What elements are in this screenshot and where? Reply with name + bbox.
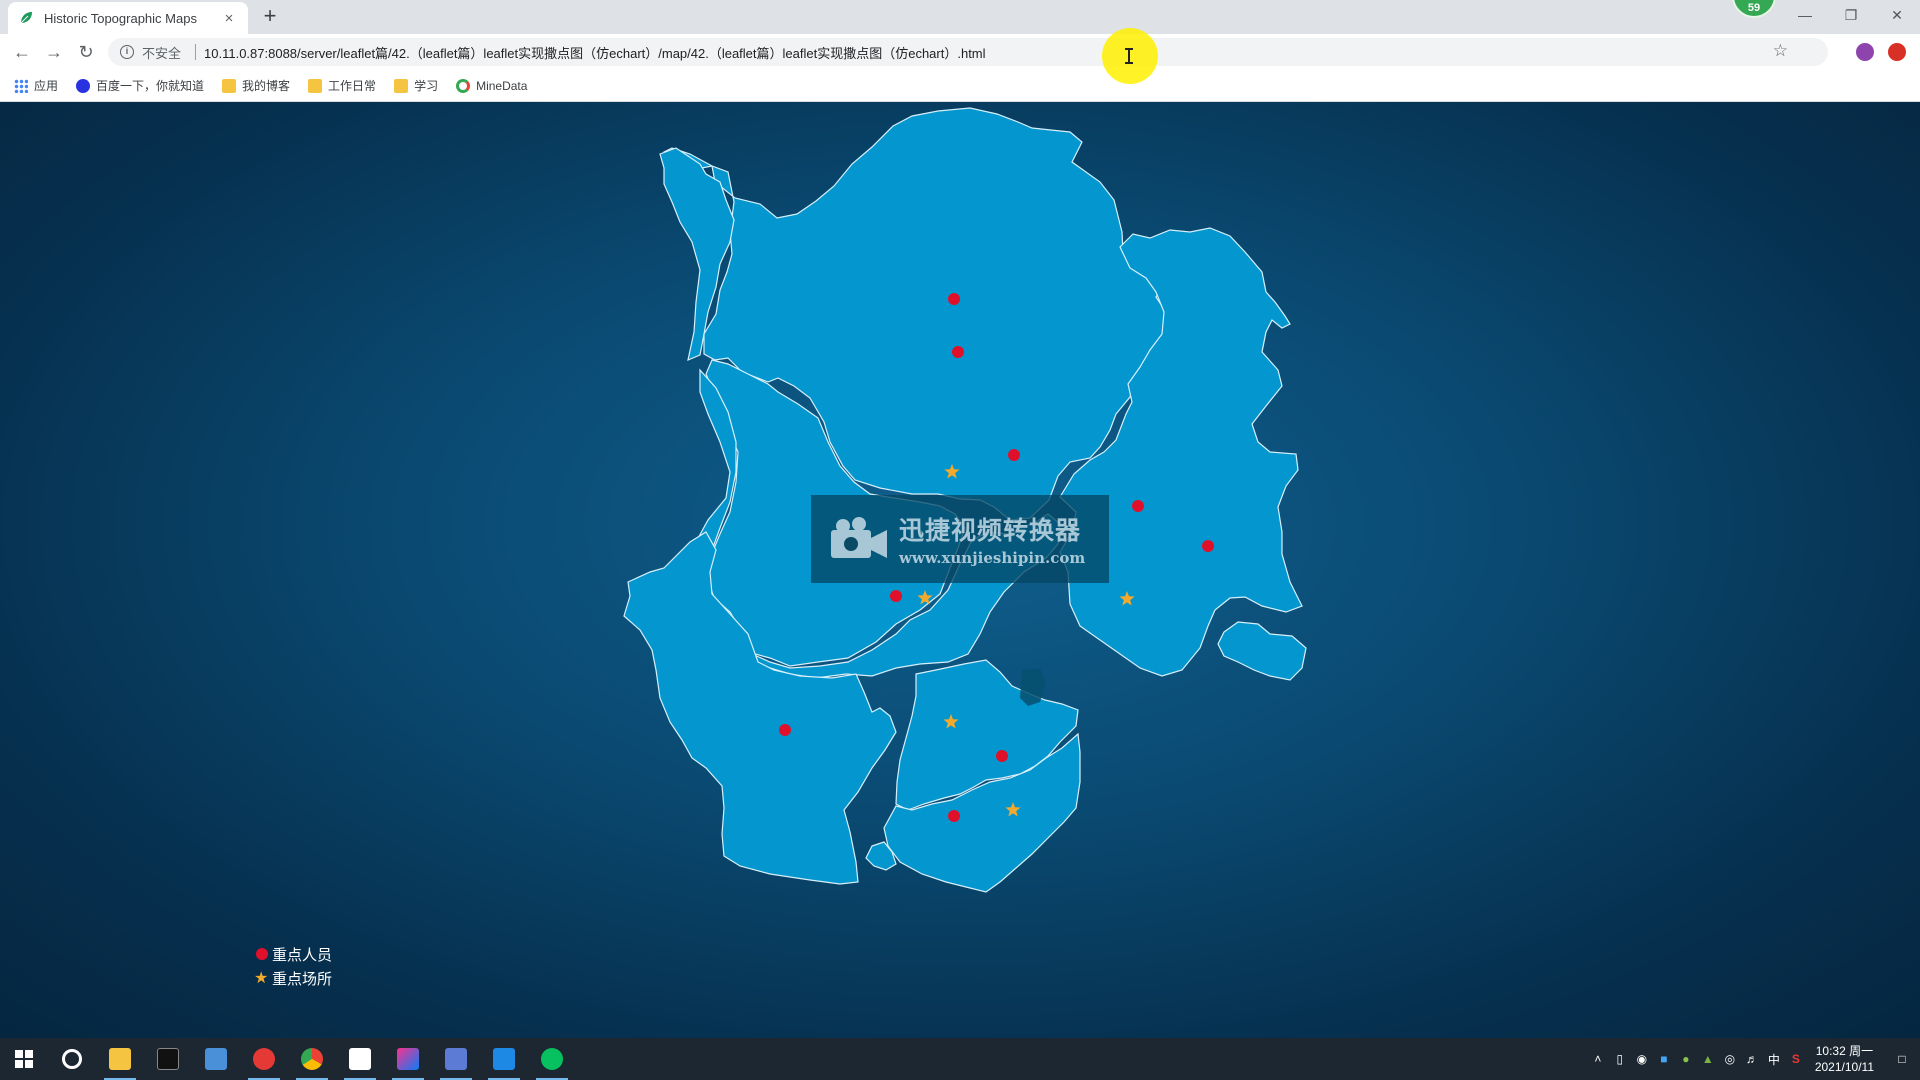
url-text[interactable]: 10.11.0.87:8088/server/leaflet篇/42.（leaf… bbox=[204, 43, 986, 62]
bookmark-label: 我的博客 bbox=[242, 79, 291, 93]
watermark-url: www.xunjieshipin.com bbox=[899, 549, 1086, 567]
bookmark-blog[interactable]: 我的博客 bbox=[222, 77, 290, 94]
clock[interactable]: 10:32 周一 2021/10/11 bbox=[1815, 1043, 1874, 1075]
bell-icon[interactable]: ◉ bbox=[1631, 1038, 1653, 1080]
close-window-icon[interactable]: ✕ bbox=[1874, 0, 1920, 30]
photos-icon[interactable] bbox=[336, 1038, 384, 1080]
camera-icon bbox=[831, 517, 887, 558]
bookmark-minedata[interactable]: MineData bbox=[456, 78, 528, 93]
folder-icon bbox=[222, 78, 237, 93]
clock-date: 2021/10/11 bbox=[1814, 1060, 1874, 1074]
tab-title: Historic Topographic Maps bbox=[44, 10, 197, 26]
video-converter-watermark: 迅捷视频转换器 www.xunjieshipin.com bbox=[811, 495, 1109, 583]
start-icon[interactable] bbox=[0, 1038, 48, 1080]
bookmark-apps[interactable]: 应用 bbox=[14, 77, 58, 94]
folder-icon[interactable] bbox=[192, 1038, 240, 1080]
bookmark-baidu[interactable]: 百度一下，你就知道 bbox=[76, 77, 204, 94]
bookmark-label: 工作日常 bbox=[328, 79, 377, 93]
url-divider bbox=[195, 44, 197, 60]
cursor-highlight bbox=[1102, 28, 1158, 84]
legend-person-label: 重点人员 bbox=[272, 946, 333, 964]
sogou-icon[interactable]: S bbox=[1785, 1038, 1807, 1080]
map-page[interactable]: 迅捷视频转换器 www.xunjieshipin.com 重点人员 ★ 重点场所 bbox=[0, 102, 1920, 1038]
address-bar[interactable]: i 不安全 10.11.0.87:8088/server/leaflet篇/42… bbox=[108, 38, 1828, 66]
file-explorer-icon[interactable] bbox=[96, 1038, 144, 1080]
tab-strip: Historic Topographic Maps × + 59 — ❐ ✕ bbox=[0, 0, 1920, 34]
terminal-icon[interactable] bbox=[144, 1038, 192, 1080]
minimize-icon[interactable]: — bbox=[1782, 0, 1828, 30]
leaf-icon bbox=[20, 12, 32, 24]
clock-time: 10:32 周一 bbox=[1815, 1044, 1874, 1058]
baidu-paw-icon bbox=[76, 78, 91, 93]
extension-avatar-icon[interactable] bbox=[1856, 43, 1874, 61]
wechat-tray-icon[interactable]: ● bbox=[1675, 1038, 1697, 1080]
close-tab-icon[interactable]: × bbox=[220, 10, 238, 27]
person-marker[interactable] bbox=[1202, 540, 1214, 552]
bookmark-label: MineData bbox=[476, 78, 528, 93]
network-icon[interactable]: ◎ bbox=[1719, 1038, 1741, 1080]
bookmark-label: 百度一下，你就知道 bbox=[96, 79, 205, 93]
legend-place-label: 重点场所 bbox=[272, 970, 333, 988]
browser-tab[interactable]: Historic Topographic Maps × bbox=[8, 2, 248, 34]
legend-place-row[interactable]: ★ 重点场所 bbox=[254, 966, 332, 990]
ime-indicator[interactable]: 中 bbox=[1763, 1038, 1785, 1080]
search-icon[interactable] bbox=[48, 1038, 96, 1080]
red-app-icon[interactable] bbox=[240, 1038, 288, 1080]
system-tray: ˄ ▯ ◉ ■ ● ▲ ◎ ♬ 中 S 10:32 周一 2021/10/11 … bbox=[1587, 1038, 1920, 1080]
device-icon[interactable]: ▯ bbox=[1609, 1038, 1631, 1080]
mail-icon[interactable] bbox=[480, 1038, 528, 1080]
bookmark-label: 应用 bbox=[34, 79, 59, 93]
map-legend: 重点人员 ★ 重点场所 bbox=[254, 942, 332, 990]
chevron-up-icon[interactable]: ˄ bbox=[1587, 1038, 1609, 1080]
bookmark-work[interactable]: 工作日常 bbox=[308, 77, 376, 94]
shield-icon[interactable]: ▲ bbox=[1697, 1038, 1719, 1080]
person-marker[interactable] bbox=[952, 346, 964, 358]
folder-icon bbox=[394, 78, 409, 93]
forward-arrow-icon[interactable]: → bbox=[42, 40, 66, 64]
restore-icon[interactable]: ❐ bbox=[1828, 0, 1874, 30]
remote-desktop-icon[interactable] bbox=[432, 1038, 480, 1080]
bookmark-star-icon[interactable]: ☆ bbox=[1773, 41, 1788, 61]
apps-icon bbox=[14, 78, 28, 93]
person-marker[interactable] bbox=[996, 750, 1008, 762]
windows-taskbar: ˄ ▯ ◉ ■ ● ▲ ◎ ♬ 中 S 10:32 周一 2021/10/11 … bbox=[0, 1038, 1920, 1080]
jetbrains-icon[interactable] bbox=[384, 1038, 432, 1080]
person-marker[interactable] bbox=[779, 724, 791, 736]
speaker-muted-icon[interactable]: ♬ bbox=[1741, 1038, 1763, 1080]
new-tab-button[interactable]: + bbox=[258, 4, 282, 28]
text-cursor-icon bbox=[1125, 48, 1133, 64]
mail-tray-icon[interactable]: ■ bbox=[1653, 1038, 1675, 1080]
notification-icon[interactable]: □ bbox=[1884, 1038, 1920, 1080]
reload-icon[interactable]: ↻ bbox=[74, 40, 98, 64]
wechat-icon[interactable] bbox=[528, 1038, 576, 1080]
info-icon[interactable]: i bbox=[120, 45, 134, 59]
browser-toolbar: ← → ↻ i 不安全 10.11.0.87:8088/server/leafl… bbox=[0, 34, 1920, 70]
orange-star-icon: ★ bbox=[254, 970, 269, 987]
person-marker[interactable] bbox=[1132, 500, 1144, 512]
profile-badge[interactable]: 59 bbox=[1732, 0, 1776, 18]
back-arrow-icon[interactable]: ← bbox=[10, 40, 34, 64]
bookmark-label: 学习 bbox=[414, 79, 439, 93]
chrome-icon[interactable] bbox=[288, 1038, 336, 1080]
legend-person-row[interactable]: 重点人员 bbox=[254, 942, 332, 966]
security-label: 不安全 bbox=[142, 45, 182, 61]
person-marker[interactable] bbox=[948, 293, 960, 305]
extension-red-icon[interactable] bbox=[1888, 43, 1906, 61]
window-controls: — ❐ ✕ bbox=[1782, 0, 1920, 30]
bookmarks-bar: 应用 百度一下，你就知道 我的博客 工作日常 学习 MineData bbox=[0, 70, 1920, 102]
red-dot-icon bbox=[256, 948, 268, 960]
minedata-icon bbox=[456, 78, 471, 93]
folder-icon bbox=[308, 78, 323, 93]
person-marker[interactable] bbox=[948, 810, 960, 822]
watermark-title: 迅捷视频转换器 bbox=[899, 517, 1082, 545]
region-east-islet[interactable] bbox=[1217, 621, 1307, 681]
person-marker[interactable] bbox=[890, 590, 902, 602]
person-marker[interactable] bbox=[1008, 449, 1020, 461]
bookmark-study[interactable]: 学习 bbox=[394, 77, 438, 94]
